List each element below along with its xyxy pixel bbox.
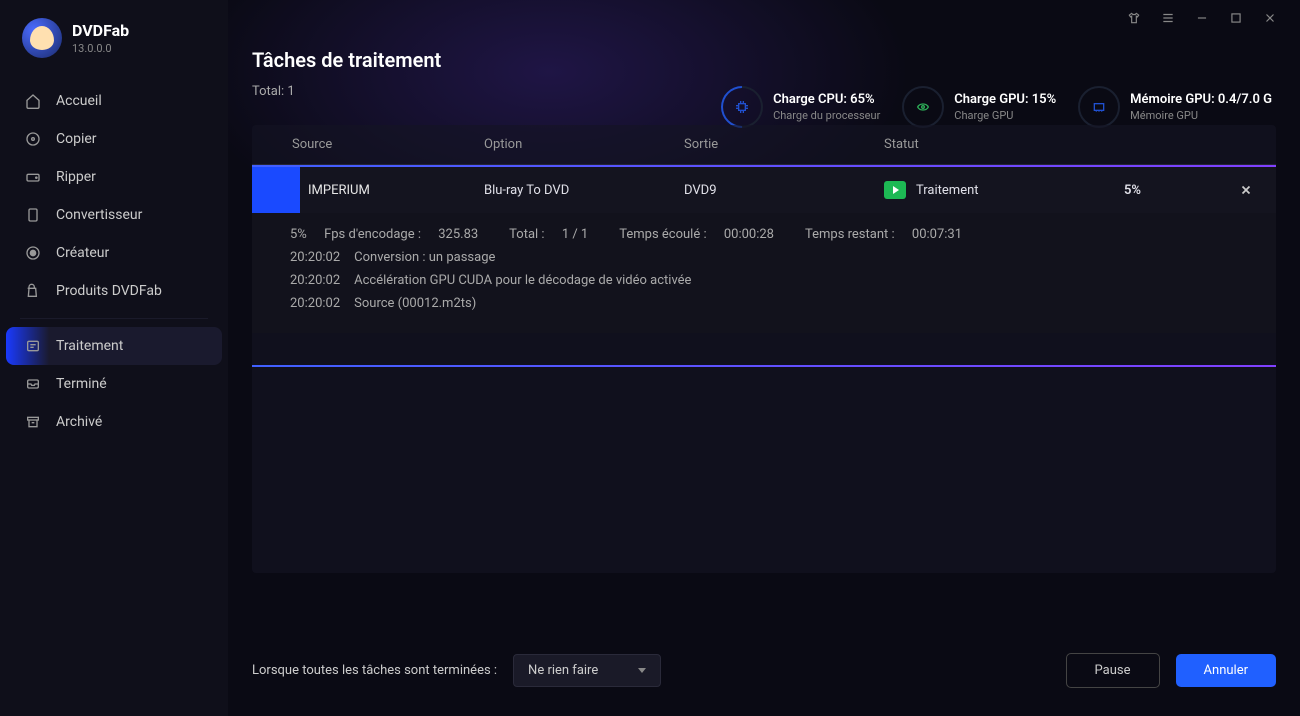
task-option: Blu-ray To DVD xyxy=(472,183,672,198)
sidebar-divider xyxy=(20,318,208,319)
col-header-option: Option xyxy=(472,137,672,152)
sidebar-item-copy[interactable]: Copier xyxy=(0,120,228,158)
sidebar-item-label: Traitement xyxy=(56,338,123,354)
sidebar-item-done[interactable]: Terminé xyxy=(0,365,228,403)
maximize-button[interactable] xyxy=(1228,10,1244,26)
menu-icon[interactable] xyxy=(1160,10,1176,26)
task-close-button[interactable] xyxy=(1216,183,1276,197)
stat-mem-title: Mémoire GPU: 0.4/7.0 G xyxy=(1130,92,1272,107)
stat-cpu: Charge CPU: 65% Charge du processeur xyxy=(721,86,880,128)
sidebar-item-ripper[interactable]: Ripper xyxy=(0,158,228,196)
stat-gpu-sub: Charge GPU xyxy=(954,109,1056,122)
cancel-button[interactable]: Annuler xyxy=(1176,654,1276,687)
logo-area: DVDFab 13.0.0.0 xyxy=(0,18,228,82)
record-icon xyxy=(24,244,42,262)
shirt-icon[interactable] xyxy=(1126,10,1142,26)
gpu-ring-icon xyxy=(902,86,944,128)
sidebar-item-label: Ripper xyxy=(56,169,96,185)
sidebar-item-label: Créateur xyxy=(56,245,109,261)
sidebar-item-creator[interactable]: Créateur xyxy=(0,234,228,272)
sidebar-item-label: Convertisseur xyxy=(56,207,142,223)
task-source: IMPERIUM xyxy=(252,183,472,198)
bag-icon xyxy=(24,282,42,300)
sidebar-item-archived[interactable]: Archivé xyxy=(0,403,228,441)
task-status: Traitement xyxy=(916,183,979,198)
log-line: 20:20:02Accélération GPU CUDA pour le dé… xyxy=(290,273,1238,288)
stat-gpu-memory: Mémoire GPU: 0.4/7.0 G Mémoire GPU xyxy=(1078,86,1272,128)
home-icon xyxy=(24,92,42,110)
log-line: 20:20:02Conversion : un passage xyxy=(290,250,1238,265)
log-summary: 5% Fps d'encodage : 325.83 Total : 1 / 1… xyxy=(290,227,1238,242)
app-logo-icon xyxy=(22,18,62,58)
tablet-icon xyxy=(24,206,42,224)
log-area: 5% Fps d'encodage : 325.83 Total : 1 / 1… xyxy=(252,213,1276,333)
archive-icon xyxy=(24,413,42,431)
inbox-icon xyxy=(24,375,42,393)
close-button[interactable] xyxy=(1262,10,1278,26)
completion-select[interactable]: Ne rien faire xyxy=(513,654,661,687)
sidebar-item-label: Accueil xyxy=(56,93,102,109)
task-row[interactable]: IMPERIUM Blu-ray To DVD DVD9 Traitement … xyxy=(252,167,1276,213)
sidebar-item-processing[interactable]: Traitement xyxy=(6,327,222,365)
sidebar-item-home[interactable]: Accueil xyxy=(0,82,228,120)
sidebar: DVDFab 13.0.0.0 Accueil Copier Ripper Co… xyxy=(0,0,228,716)
bottom-bar: Lorsque toutes les tâches sont terminées… xyxy=(252,653,1276,688)
sidebar-item-products[interactable]: Produits DVDFab xyxy=(0,272,228,310)
minimize-button[interactable] xyxy=(1194,10,1210,26)
stat-mem-sub: Mémoire GPU xyxy=(1130,109,1272,122)
stat-cpu-sub: Charge du processeur xyxy=(773,109,880,122)
stat-gpu: Charge GPU: 15% Charge GPU xyxy=(902,86,1056,128)
stats-row: Charge CPU: 65% Charge du processeur Char… xyxy=(721,86,1272,128)
title-bar xyxy=(1104,0,1300,36)
app-version: 13.0.0.0 xyxy=(72,42,129,55)
memory-ring-icon xyxy=(1078,86,1120,128)
play-icon xyxy=(884,181,906,199)
col-header-status: Statut xyxy=(872,137,1112,152)
app-name: DVDFab xyxy=(72,21,129,40)
task-progress: 5% xyxy=(1112,183,1216,198)
panel-bottom-accent xyxy=(252,365,1276,367)
stat-gpu-title: Charge GPU: 15% xyxy=(954,92,1056,107)
page-title: Tâches de traitement xyxy=(252,48,1276,72)
col-header-source: Source xyxy=(252,137,472,152)
sidebar-item-label: Copier xyxy=(56,131,97,147)
task-panel: Source Option Sortie Statut IMPERIUM Blu… xyxy=(252,125,1276,573)
col-header-output: Sortie xyxy=(672,137,872,152)
task-header-row: Source Option Sortie Statut xyxy=(252,125,1276,165)
sidebar-item-label: Produits DVDFab xyxy=(56,283,162,299)
completion-label: Lorsque toutes les tâches sont terminées… xyxy=(252,663,497,678)
main-content: Tâches de traitement Total: 1 Charge CPU… xyxy=(228,0,1300,716)
log-line: 20:20:02Source (00012.m2ts) xyxy=(290,296,1238,311)
disc-icon xyxy=(24,130,42,148)
sidebar-item-label: Terminé xyxy=(56,376,107,392)
task-output: DVD9 xyxy=(672,183,872,198)
list-icon xyxy=(24,337,42,355)
stat-cpu-title: Charge CPU: 65% xyxy=(773,92,880,107)
sidebar-item-label: Archivé xyxy=(56,414,102,430)
sidebar-item-converter[interactable]: Convertisseur xyxy=(0,196,228,234)
pause-button[interactable]: Pause xyxy=(1066,653,1160,688)
drive-icon xyxy=(24,168,42,186)
